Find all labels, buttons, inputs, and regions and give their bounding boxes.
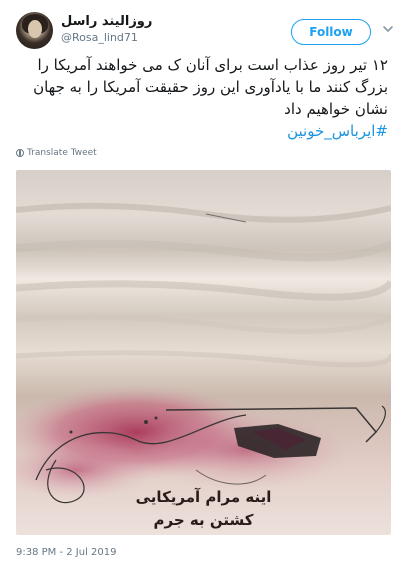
- avatar-face: [28, 20, 42, 38]
- author-display-name[interactable]: روزالیند راسل: [61, 14, 152, 29]
- tweet-card: روزالیند راسل @Rosa_lind71 Follow ۱۲ تیر…: [0, 0, 407, 569]
- photo-caption-line1: اینه مرام آمریکایی: [135, 488, 272, 506]
- globe-icon: [16, 149, 24, 157]
- tweet-timestamp[interactable]: 9:38 PM - 2 Jul 2019: [16, 547, 117, 558]
- translate-tweet-link[interactable]: Translate Tweet: [16, 148, 97, 158]
- author-handle[interactable]: @Rosa_lind71: [61, 31, 138, 44]
- tweet-media-photo[interactable]: اینه مرام آمریکایی کشتن به جرم: [16, 170, 391, 535]
- photo-caption-line2: کشتن به جرم: [153, 511, 254, 529]
- translate-label: Translate Tweet: [27, 148, 97, 158]
- tweet-text: ۱۲ تیر روز عذاب است برای آنان ک می خواهن…: [16, 54, 388, 142]
- chevron-down-icon[interactable]: [381, 22, 395, 36]
- author-avatar[interactable]: [16, 12, 53, 49]
- photo-scene: [16, 202, 391, 504]
- hashtag-link[interactable]: #ایرباس_خونین: [16, 120, 388, 142]
- follow-button[interactable]: Follow: [291, 19, 371, 45]
- tweet-body: ۱۲ تیر روز عذاب است برای آنان ک می خواهن…: [33, 56, 388, 118]
